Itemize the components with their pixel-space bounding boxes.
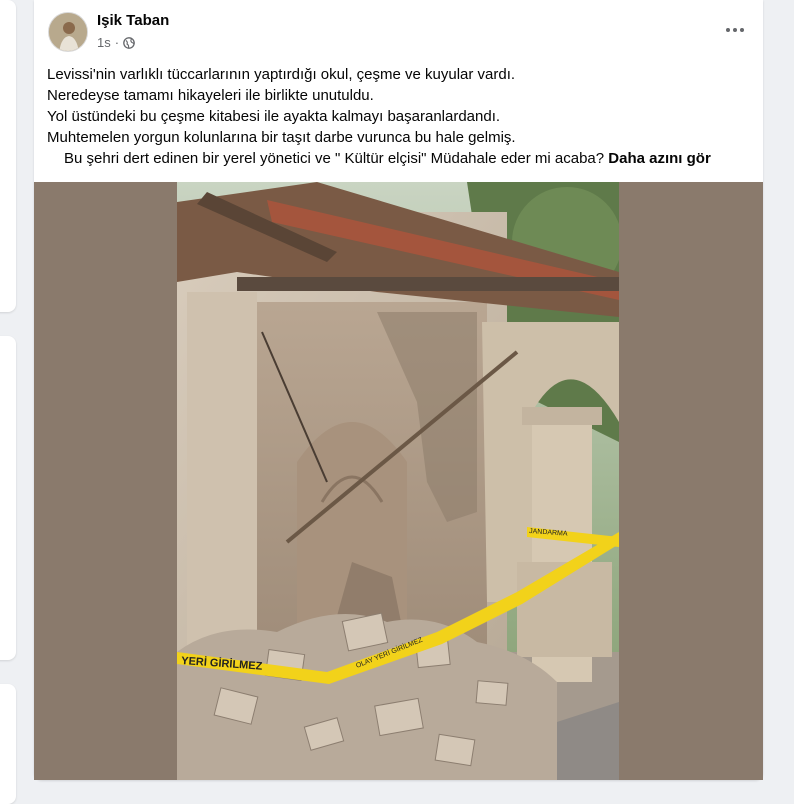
see-less-link[interactable]: Daha azını gör — [608, 150, 711, 167]
post-text-last-line: Bu şehri dert edinen bir yerel yönetici … — [47, 148, 752, 169]
post-card: Işik Taban 1s · Levissi'nin varlıklı tüc… — [34, 0, 763, 780]
post-text-line: Yol üstündeki bu çeşme kitabesi ile ayak… — [47, 108, 501, 125]
globe-icon — [123, 36, 135, 49]
post-text-line: Levissi'nin varlıklı tüccarlarının yaptı… — [47, 66, 516, 83]
left-card-3 — [0, 684, 16, 804]
post-text-line: Muhtemelen yorgun kolunlarına bir taşıt … — [47, 129, 516, 146]
meta-separator: · — [114, 35, 120, 50]
left-card-2 — [0, 336, 16, 660]
post-text-line: Bu şehri dert edinen bir yerel yönetici … — [64, 150, 605, 167]
post-media[interactable]: YERİ GİRİLMEZ OLAY YERİ GİRİLMEZ JANDARM… — [34, 182, 763, 780]
post-header: Işik Taban 1s · — [34, 0, 763, 60]
post-text: Levissi'nin varlıklı tüccarlarının yaptı… — [47, 64, 752, 169]
post-text-line: Neredeyse tamamı hikayeleri ile birlikte… — [47, 87, 374, 104]
more-options-icon[interactable] — [723, 18, 747, 42]
post-photo[interactable]: YERİ GİRİLMEZ OLAY YERİ GİRİLMEZ JANDARM… — [177, 182, 619, 780]
post-time[interactable]: 1s — [97, 35, 111, 50]
author-name[interactable]: Işik Taban — [97, 12, 169, 29]
avatar[interactable] — [48, 12, 88, 52]
left-card-1 — [0, 0, 16, 312]
post-meta: 1s · — [97, 35, 135, 50]
